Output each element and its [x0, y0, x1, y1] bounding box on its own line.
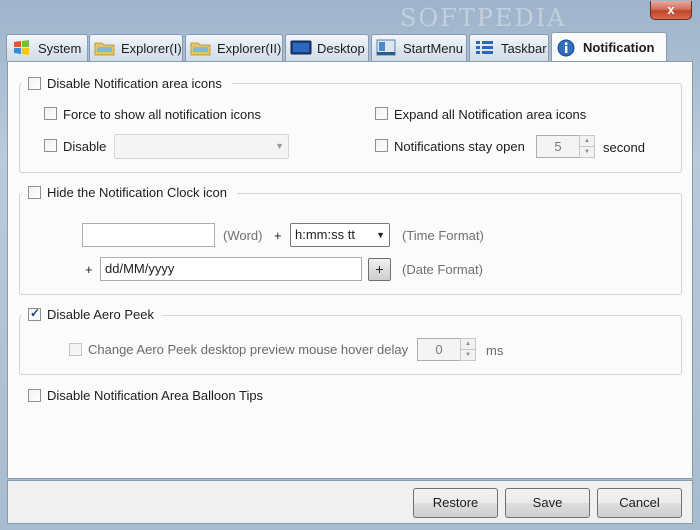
tab-taskbar[interactable]: Taskbar — [469, 34, 549, 61]
time-format-select[interactable]: h:mm:ss tt ▼ — [290, 223, 390, 247]
tab-desktop[interactable]: Desktop — [285, 34, 369, 61]
disable-aero-peek-checkbox[interactable] — [28, 306, 41, 321]
folder-icon — [94, 39, 116, 57]
date-format-input[interactable]: dd/MM/yyyy — [100, 257, 362, 281]
close-button[interactable]: x — [650, 1, 692, 20]
expand-all-icons-checkbox[interactable] — [375, 107, 388, 120]
notification-icons-group — [19, 83, 682, 173]
force-show-icons-label: Force to show all notification icons — [63, 107, 261, 122]
word-label: (Word) — [223, 228, 263, 243]
hide-clock-checkbox[interactable] — [28, 186, 41, 199]
word-input[interactable] — [82, 223, 215, 247]
stay-open-label: Notifications stay open — [394, 139, 525, 154]
add-date-format-button[interactable]: + — [368, 258, 391, 281]
windows-logo-icon — [11, 39, 33, 57]
spin-down-icon[interactable]: ▼ — [579, 146, 595, 158]
hover-delay-value[interactable]: 0 — [417, 338, 460, 361]
tab-label: Taskbar — [501, 40, 547, 56]
stay-open-spinner[interactable]: 5 ▲ ▼ — [536, 135, 595, 158]
tab-label: Notification — [583, 40, 655, 55]
title-bar: SOFTPEDIA x — [0, 0, 700, 32]
disable-select[interactable]: ▼ — [114, 134, 289, 159]
date-format-label: (Date Format) — [402, 262, 483, 277]
spin-down-icon[interactable]: ▼ — [460, 349, 476, 361]
hover-delay-unit: ms — [486, 343, 504, 358]
tab-label: Desktop — [317, 40, 365, 56]
folder-icon — [190, 39, 212, 57]
disable-aero-peek-label: Disable Aero Peek — [47, 307, 154, 322]
tab-label: Explorer(II) — [217, 40, 282, 56]
disable-notification-icons-checkbox[interactable] — [28, 77, 41, 90]
tab-bar: System Explorer(I) Explorer(II) Desktop … — [6, 32, 696, 62]
time-format-value: h:mm:ss tt — [295, 227, 355, 242]
info-icon — [556, 39, 578, 57]
plus-sign: + — [85, 262, 93, 277]
hover-delay-checkbox[interactable] — [69, 343, 82, 356]
tab-label: StartMenu — [403, 40, 463, 56]
watermark: SOFTPEDIA — [400, 4, 567, 32]
disable-label: Disable — [63, 139, 107, 154]
notification-panel: Disable Notification area icons Force to… — [7, 61, 693, 479]
button-bar: Restore Save Cancel — [7, 480, 693, 524]
disable-notification-icons-label: Disable Notification area icons — [47, 76, 222, 91]
disable-checkbox[interactable] — [44, 139, 57, 152]
tab-label: Explorer(I) — [121, 40, 182, 56]
save-button[interactable]: Save — [505, 488, 590, 518]
tab-explorer-2[interactable]: Explorer(II) — [185, 34, 283, 61]
hide-clock-label: Hide the Notification Clock icon — [47, 185, 227, 200]
app-window: SOFTPEDIA x System Explorer(I) Explorer(… — [0, 0, 700, 530]
chevron-down-icon: ▼ — [275, 141, 284, 151]
stay-open-checkbox[interactable] — [375, 139, 388, 152]
disable-balloon-tips-label: Disable Notification Area Balloon Tips — [47, 388, 264, 403]
force-show-icons-checkbox[interactable] — [44, 107, 57, 120]
restore-button[interactable]: Restore — [413, 488, 498, 518]
chevron-down-icon: ▼ — [376, 230, 385, 240]
hover-delay-spinner[interactable]: 0 ▲ ▼ — [417, 338, 476, 361]
start-menu-icon — [376, 39, 398, 57]
tab-startmenu[interactable]: StartMenu — [371, 34, 467, 61]
time-format-label: (Time Format) — [402, 228, 484, 243]
stay-open-value[interactable]: 5 — [536, 135, 579, 158]
plus-sign: + — [274, 228, 282, 243]
hover-delay-label: Change Aero Peek desktop preview mouse h… — [88, 342, 409, 357]
cancel-button[interactable]: Cancel — [597, 488, 682, 518]
disable-balloon-tips-checkbox[interactable] — [28, 389, 41, 402]
stay-open-unit: second — [603, 140, 645, 155]
expand-all-icons-label: Expand all Notification area icons — [394, 107, 587, 122]
tab-label: System — [38, 40, 82, 56]
tab-system[interactable]: System — [6, 34, 88, 61]
list-icon — [474, 39, 496, 57]
monitor-icon — [290, 39, 312, 57]
tab-notification[interactable]: Notification — [551, 32, 667, 62]
tab-explorer-1[interactable]: Explorer(I) — [89, 34, 183, 61]
